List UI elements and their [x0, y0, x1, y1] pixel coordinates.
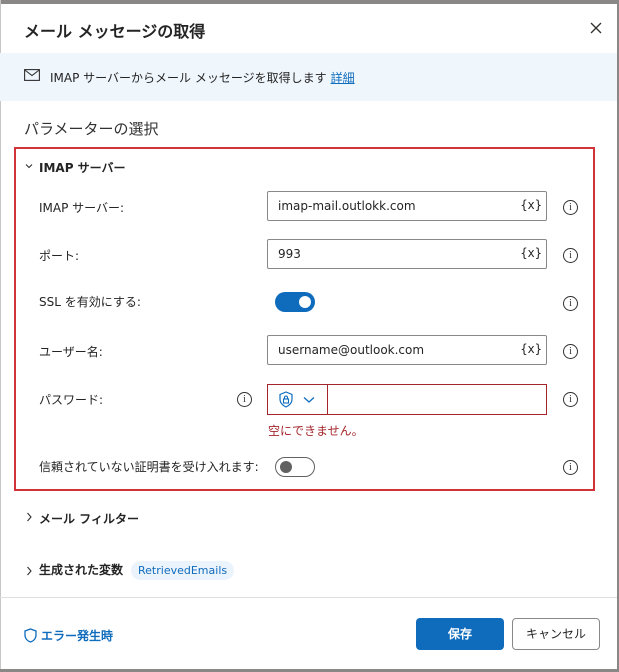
imap-group-header[interactable]: IMAP サーバー	[39, 159, 126, 176]
server-variable-button[interactable]: {x}	[520, 198, 542, 212]
ssl-label: SSL を有効にする:	[39, 295, 141, 309]
mail-icon	[24, 69, 40, 81]
footer-divider	[0, 597, 617, 598]
chevron-down-icon	[303, 397, 315, 403]
variable-chip[interactable]: RetrievedEmails	[131, 561, 235, 580]
username-variable-button[interactable]: {x}	[520, 342, 542, 356]
generated-variables-header: 生成された変数	[39, 563, 124, 577]
dialog-title: メール メッセージの取得	[24, 22, 206, 41]
shield-icon	[24, 628, 37, 643]
password-label: パスワード:	[39, 393, 104, 407]
password-error: 空にできません。	[268, 424, 364, 438]
port-input[interactable]: 993 {x}	[267, 239, 547, 269]
generated-variables-row[interactable]: 生成された変数 RetrievedEmails	[39, 561, 235, 580]
save-button[interactable]: 保存	[416, 618, 504, 650]
port-variable-button[interactable]: {x}	[520, 246, 542, 260]
section-title: パラメーターの選択	[24, 120, 159, 138]
server-label: IMAP サーバー:	[39, 201, 125, 215]
shield-lock-icon	[279, 391, 293, 408]
password-field[interactable]	[267, 384, 547, 415]
cancel-button[interactable]: キャンセル	[512, 618, 600, 650]
untrusted-cert-label: 信頼されていない証明書を受け入れます:	[39, 460, 259, 474]
username-label: ユーザー名:	[39, 345, 103, 359]
on-error-link[interactable]: エラー発生時	[24, 627, 113, 644]
server-input[interactable]: imap-mail.outlokk.com {x}	[267, 191, 547, 221]
banner-text: IMAP サーバーからメール メッセージを取得します 詳細	[50, 69, 355, 86]
on-error-label: エラー発生時	[41, 629, 114, 643]
chevron-right-icon[interactable]	[25, 512, 33, 522]
untrusted-cert-toggle[interactable]	[275, 457, 315, 477]
toggle-knob	[280, 461, 292, 473]
ssl-info-icon[interactable]: i	[563, 296, 578, 311]
ssl-toggle[interactable]	[275, 292, 315, 312]
password-type-dropdown[interactable]	[268, 385, 328, 414]
password-label-info-icon[interactable]: i	[237, 392, 252, 407]
mail-filter-header[interactable]: メール フィルター	[39, 510, 139, 527]
port-value: 993	[278, 247, 301, 261]
info-banner: IMAP サーバーからメール メッセージを取得します 詳細	[0, 53, 617, 101]
username-value: username@outlook.com	[278, 343, 425, 357]
password-info-icon[interactable]: i	[563, 392, 578, 407]
chevron-right-icon[interactable]	[25, 566, 33, 576]
untrusted-cert-info-icon[interactable]: i	[563, 460, 578, 475]
chevron-down-icon[interactable]	[25, 162, 33, 170]
username-input[interactable]: username@outlook.com {x}	[267, 335, 547, 365]
banner-message: IMAP サーバーからメール メッセージを取得します	[50, 71, 327, 85]
window-top-border	[0, 0, 619, 4]
server-value: imap-mail.outlokk.com	[278, 199, 416, 213]
close-icon[interactable]	[586, 18, 606, 38]
server-info-icon[interactable]: i	[563, 200, 578, 215]
details-link[interactable]: 詳細	[331, 71, 355, 85]
port-info-icon[interactable]: i	[563, 248, 578, 263]
port-label: ポート:	[39, 249, 80, 263]
username-info-icon[interactable]: i	[563, 344, 578, 359]
toggle-knob	[299, 296, 311, 308]
